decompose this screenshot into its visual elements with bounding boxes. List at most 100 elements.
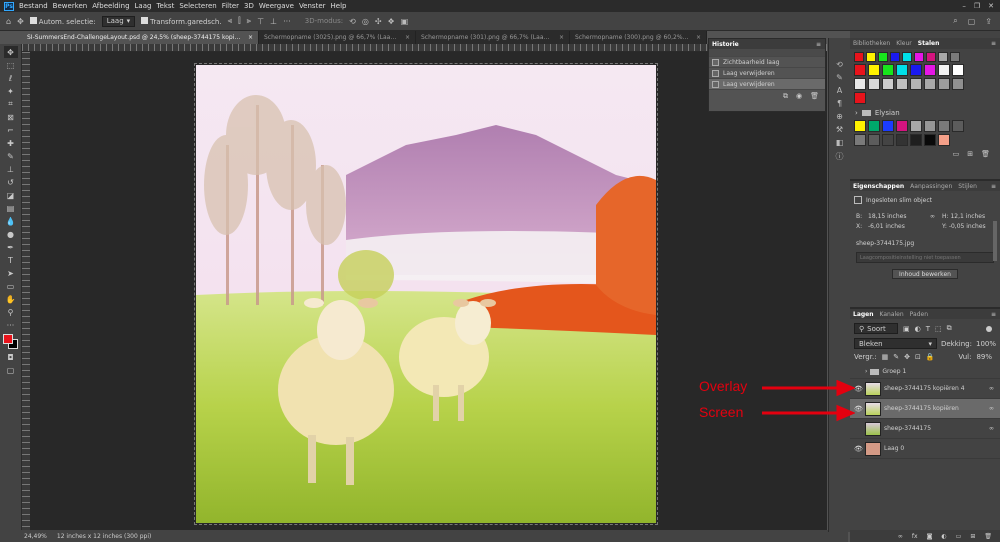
- swatch[interactable]: [896, 120, 908, 132]
- swatch[interactable]: [854, 64, 866, 76]
- link-icon[interactable]: ∞: [989, 385, 994, 392]
- swatch[interactable]: [924, 78, 936, 90]
- crop-tool-icon[interactable]: ⌗: [4, 98, 18, 110]
- layer-row[interactable]: 👁 sheep-3744175 kopiëren ∞: [850, 399, 1000, 419]
- info-icon[interactable]: ⓘ: [836, 151, 844, 162]
- menu-bestand[interactable]: Bestand: [19, 2, 48, 10]
- close-tab-icon[interactable]: ×: [559, 34, 564, 41]
- layer-mask-icon[interactable]: ◙: [927, 533, 933, 540]
- menu-help[interactable]: Help: [331, 2, 347, 10]
- eyedropper-icon[interactable]: ⌐: [4, 124, 18, 136]
- align-center-icon[interactable]: ⫿: [238, 16, 241, 26]
- layer-row[interactable]: sheep-3744175 ∞: [850, 419, 1000, 439]
- minimize-icon[interactable]: –: [962, 2, 966, 10]
- filter-shape-icon[interactable]: ⬚: [935, 325, 942, 333]
- tab-swatches[interactable]: Stalen: [918, 40, 940, 47]
- clone-source-icon[interactable]: ⊕: [836, 112, 843, 121]
- swatch-group-elysian[interactable]: › Elysian: [850, 108, 1000, 118]
- layer-comp-select[interactable]: Laagcompositieinstelling niet toepassen: [856, 252, 994, 263]
- align-right-icon[interactable]: ⫸: [247, 16, 252, 26]
- swatch[interactable]: [868, 134, 880, 146]
- swatch[interactable]: [910, 120, 922, 132]
- shape-tool-icon[interactable]: ▭: [4, 280, 18, 292]
- path-select-icon[interactable]: ➤: [4, 267, 18, 279]
- new-layer-icon[interactable]: ⊞: [970, 533, 975, 540]
- menu-tekst[interactable]: Tekst: [156, 2, 174, 10]
- tab-color[interactable]: Kleur: [896, 40, 912, 47]
- height-field[interactable]: H: 12,1 inches: [942, 213, 1000, 220]
- eraser-icon[interactable]: ◪: [4, 189, 18, 201]
- swatch[interactable]: [854, 78, 866, 90]
- eye-icon[interactable]: 👁: [854, 445, 863, 453]
- swatch[interactable]: [938, 134, 950, 146]
- swatch[interactable]: [924, 134, 936, 146]
- history-item[interactable]: Laag verwijderen: [709, 79, 825, 90]
- marquee-tool-icon[interactable]: ⬚: [4, 59, 18, 71]
- swatch[interactable]: [882, 64, 894, 76]
- close-tab-icon[interactable]: ×: [248, 34, 253, 41]
- move-tool-icon[interactable]: ✥: [17, 17, 24, 26]
- swatch[interactable]: [902, 52, 912, 62]
- panel-menu-icon[interactable]: ≡: [991, 183, 1000, 190]
- swatch[interactable]: [896, 134, 908, 146]
- hand-tool-icon[interactable]: ✋: [4, 293, 18, 305]
- type-tool-icon[interactable]: T: [4, 254, 18, 266]
- 3d-slide-icon[interactable]: ❖: [388, 17, 395, 26]
- zoom-level[interactable]: 24,49%: [24, 533, 47, 540]
- swatch[interactable]: [866, 52, 876, 62]
- swatch[interactable]: [868, 78, 880, 90]
- lock-pixels-icon[interactable]: ▦: [882, 353, 889, 361]
- layer-row-group[interactable]: › Groep 1: [850, 365, 1000, 379]
- menu-weergave[interactable]: Weergave: [259, 2, 294, 10]
- trash-icon[interactable]: 🗑: [984, 533, 992, 540]
- lock-artboard-icon[interactable]: ⊡: [915, 353, 921, 361]
- swatch[interactable]: [952, 64, 964, 76]
- swatch[interactable]: [882, 120, 894, 132]
- pen-tool-icon[interactable]: ✒: [4, 241, 18, 253]
- tab-document-4[interactable]: Schermopname (300).png @ 60,2% (Pijl 5 2…: [570, 31, 707, 44]
- trash-icon[interactable]: 🗑: [810, 92, 819, 100]
- panel-menu-icon[interactable]: ≡: [991, 40, 1000, 47]
- home-icon[interactable]: ⌂: [6, 17, 11, 26]
- menu-3d[interactable]: 3D: [244, 2, 254, 10]
- auto-select-checkbox[interactable]: Autom. selectie:: [29, 16, 96, 26]
- more-options-icon[interactable]: ···: [283, 17, 291, 26]
- layer-filter-dropdown[interactable]: ⚲ Soort: [854, 323, 898, 334]
- chevron-right-icon[interactable]: ›: [865, 368, 867, 375]
- swatch[interactable]: [890, 52, 900, 62]
- swatch[interactable]: [854, 120, 866, 132]
- menu-selecteren[interactable]: Selecteren: [179, 2, 216, 10]
- swatch[interactable]: [952, 120, 964, 132]
- swatch[interactable]: [854, 134, 866, 146]
- stamp-tool-icon[interactable]: ⊥: [4, 163, 18, 175]
- tab-styles[interactable]: Stijlen: [958, 183, 977, 190]
- opacity-field[interactable]: 100%: [976, 340, 996, 348]
- width-field[interactable]: 18,15 inches: [868, 213, 926, 220]
- layer-row[interactable]: 👁 sheep-3744175 kopiëren 4 ∞: [850, 379, 1000, 399]
- lock-position-icon[interactable]: ✥: [904, 353, 910, 361]
- tab-libraries[interactable]: Bibliotheken: [853, 40, 890, 47]
- navigator-icon[interactable]: ◧: [836, 138, 844, 147]
- tab-document-2[interactable]: Schermopname (3025).png @ 66,7% (Laag 1,…: [259, 31, 416, 44]
- swatch[interactable]: [868, 64, 880, 76]
- tab-paths[interactable]: Paden: [910, 311, 928, 318]
- brush-settings-icon[interactable]: ✎: [836, 73, 843, 82]
- document-canvas[interactable]: [196, 65, 656, 523]
- close-tab-icon[interactable]: ×: [405, 34, 410, 41]
- frame-tool-icon[interactable]: ⊠: [4, 111, 18, 123]
- swatch[interactable]: [910, 64, 922, 76]
- swatch[interactable]: [896, 64, 908, 76]
- tab-adjustments[interactable]: Aanpassingen: [910, 183, 952, 190]
- new-document-from-state-icon[interactable]: ⧉: [783, 92, 788, 101]
- filter-smart-icon[interactable]: ⧉: [947, 324, 952, 333]
- new-group-icon[interactable]: ▭: [956, 533, 962, 540]
- menu-venster[interactable]: Venster: [299, 2, 326, 10]
- history-item[interactable]: Laag verwijderen: [709, 68, 825, 79]
- swatch[interactable]: [938, 120, 950, 132]
- lock-all-icon[interactable]: 🔒: [926, 353, 935, 361]
- tab-layers[interactable]: Lagen: [853, 311, 874, 318]
- menu-filter[interactable]: Filter: [222, 2, 239, 10]
- link-layers-icon[interactable]: ∞: [898, 533, 903, 540]
- history-icon[interactable]: ⟲: [836, 60, 843, 69]
- eye-icon[interactable]: 👁: [854, 385, 863, 393]
